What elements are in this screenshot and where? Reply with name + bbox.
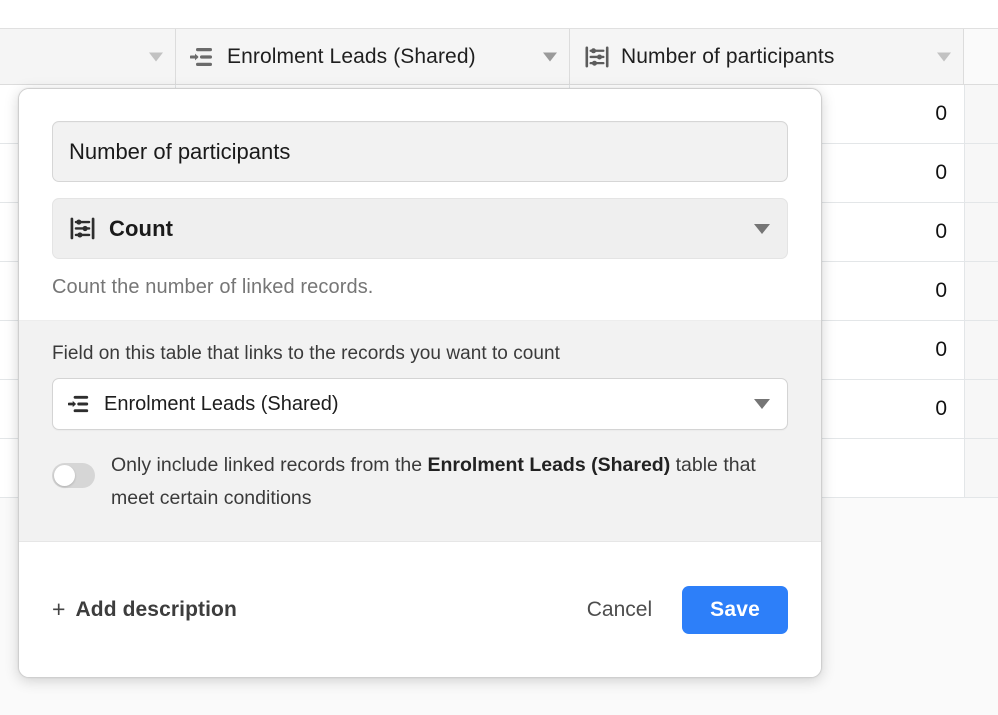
grid-column-header-enrolment-leads[interactable]: Enrolment Leads (Shared) <box>176 29 570 84</box>
cancel-button[interactable]: Cancel <box>573 588 666 632</box>
link-field-select[interactable]: Enrolment Leads (Shared) <box>52 378 788 430</box>
row-cell-spacer <box>965 144 998 202</box>
link-icon <box>68 394 92 414</box>
plus-icon: + <box>52 596 66 622</box>
field-type-select[interactable]: Count <box>52 198 788 259</box>
chevron-down-icon[interactable] <box>149 52 163 61</box>
link-field-label: Field on this table that links to the re… <box>52 343 560 364</box>
row-cell-spacer <box>965 262 998 320</box>
field-name-input[interactable] <box>52 121 788 182</box>
row-cell-spacer <box>965 321 998 379</box>
grid-column-header-spacer <box>964 29 998 84</box>
field-editor-top-section: Count Count the number of linked records… <box>19 89 821 320</box>
add-description-button[interactable]: + Add description <box>52 596 237 623</box>
conditions-text-before: Only include linked records from the <box>111 454 428 476</box>
count-icon <box>69 216 96 241</box>
grid-column-header-1[interactable] <box>0 29 176 84</box>
chevron-down-icon[interactable] <box>543 52 557 61</box>
conditions-row: Only include linked records from the Enr… <box>52 449 788 515</box>
save-button[interactable]: Save <box>682 585 788 634</box>
toggle-knob <box>54 465 75 486</box>
grid-column-header-2-label: Enrolment Leads (Shared) <box>227 44 476 68</box>
link-icon <box>190 46 216 68</box>
row-cell-spacer <box>965 85 998 143</box>
conditions-description: Only include linked records from the Enr… <box>111 449 788 515</box>
chevron-down-icon[interactable] <box>937 52 951 61</box>
chevron-down-icon[interactable] <box>754 399 770 409</box>
row-cell-spacer <box>965 439 998 497</box>
field-editor-footer: + Add description Cancel Save <box>19 542 821 677</box>
count-config-panel: Field on this table that links to the re… <box>19 320 821 542</box>
field-type-description: Count the number of linked records. <box>52 276 374 298</box>
field-editor-dialog: Count Count the number of linked records… <box>18 88 822 678</box>
grid-column-header-number-of-participants[interactable]: Number of participants <box>570 29 964 84</box>
conditions-text-bold: Enrolment Leads (Shared) <box>427 454 671 476</box>
link-field-value: Enrolment Leads (Shared) <box>104 392 339 415</box>
grid-top-strip <box>0 0 998 28</box>
conditions-toggle[interactable] <box>52 463 95 488</box>
grid-column-header-3-label: Number of participants <box>621 44 835 68</box>
grid-column-header-row: Enrolment Leads (Shared) Number of parti… <box>0 28 998 85</box>
chevron-down-icon[interactable] <box>754 223 770 234</box>
add-description-label: Add description <box>75 597 237 621</box>
airtable-field-editor-screen: Enrolment Leads (Shared) Number of parti… <box>0 0 998 715</box>
row-cell-spacer <box>965 380 998 438</box>
row-cell-spacer <box>965 203 998 261</box>
field-type-label: Count <box>109 215 174 241</box>
count-icon <box>584 45 610 69</box>
